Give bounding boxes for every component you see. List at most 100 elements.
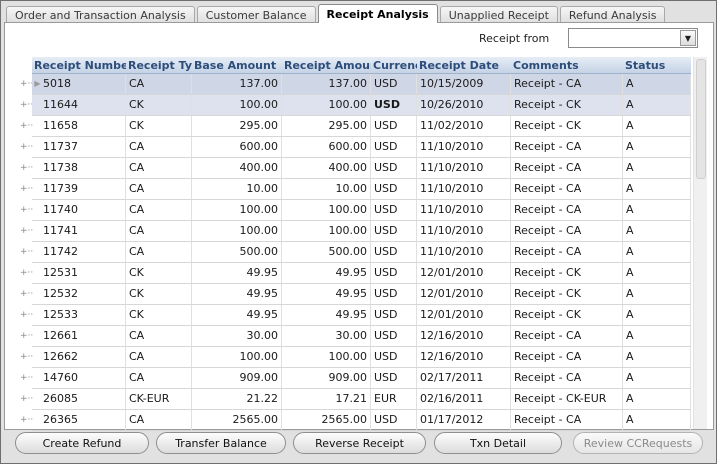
table-row[interactable]: +·· 12533 CK 49.95 49.95 USD 12/01/2010 Receipt… — [20, 305, 691, 326]
cell-currency[interactable]: USD — [371, 116, 417, 136]
cell-currency[interactable]: USD — [371, 158, 417, 178]
cell-receipt-type[interactable]: CA — [126, 326, 192, 346]
tree-expander-icon[interactable]: +·· — [20, 305, 33, 326]
cell-base-amount[interactable]: 600.00 — [192, 137, 282, 157]
cell-status[interactable]: A — [623, 74, 691, 94]
tree-expander-icon[interactable]: +·· — [20, 284, 33, 305]
cell-receipt-date[interactable]: 11/10/2010 — [417, 221, 511, 241]
cell-receipt-type[interactable]: CA — [126, 200, 192, 220]
table-row[interactable]: +·· 11644 CK 100.00 100.00 USD 10/26/2010 Recei… — [20, 95, 691, 116]
tree-expander-icon[interactable]: +·· — [20, 347, 33, 368]
cell-comments[interactable]: Receipt - CA — [511, 410, 623, 430]
cell-currency[interactable]: USD — [371, 410, 417, 430]
column-header-receipt-type[interactable]: Receipt Ty — [126, 57, 192, 74]
review-cc-requests-button[interactable]: Review CCRequests — [573, 432, 703, 454]
cell-receipt-number[interactable]: 11738 — [40, 158, 126, 178]
cell-receipt-amount[interactable]: 500.00 — [282, 242, 371, 262]
cell-receipt-amount[interactable]: 100.00 — [282, 347, 371, 367]
cell-receipt-type[interactable]: CK — [126, 284, 192, 304]
cell-receipt-amount[interactable]: 49.95 — [282, 305, 371, 325]
cell-receipt-number[interactable]: 11739 — [40, 179, 126, 199]
reverse-receipt-button[interactable]: Reverse Receipt — [293, 432, 426, 454]
cell-status[interactable]: A — [623, 326, 691, 346]
cell-base-amount[interactable]: 30.00 — [192, 326, 282, 346]
cell-receipt-type[interactable]: CA — [126, 221, 192, 241]
cell-receipt-amount[interactable]: 100.00 — [282, 200, 371, 220]
cell-base-amount[interactable]: 100.00 — [192, 95, 282, 115]
cell-status[interactable]: A — [623, 410, 691, 430]
tree-expander-icon[interactable]: +·· — [20, 410, 33, 431]
table-row[interactable]: +·· 11739 CA 10.00 10.00 USD 11/10/2010 Receipt… — [20, 179, 691, 200]
cell-status[interactable]: A — [623, 179, 691, 199]
table-row[interactable]: +·· 11741 CA 100.00 100.00 USD 11/10/2010 Recei… — [20, 221, 691, 242]
cell-base-amount[interactable]: 100.00 — [192, 200, 282, 220]
cell-comments[interactable]: Receipt - CK — [511, 305, 623, 325]
cell-receipt-type[interactable]: CK — [126, 116, 192, 136]
cell-base-amount[interactable]: 295.00 — [192, 116, 282, 136]
cell-currency[interactable]: USD — [371, 263, 417, 283]
cell-status[interactable]: A — [623, 200, 691, 220]
cell-status[interactable]: A — [623, 389, 691, 409]
cell-comments[interactable]: Receipt - CK — [511, 263, 623, 283]
cell-receipt-amount[interactable]: 2565.00 — [282, 410, 371, 430]
cell-comments[interactable]: Receipt - CA — [511, 326, 623, 346]
cell-receipt-date[interactable]: 12/16/2010 — [417, 347, 511, 367]
cell-receipt-number[interactable]: 11658 — [40, 116, 126, 136]
table-row[interactable]: +·· 11658 CK 295.00 295.00 USD 11/02/2010 Recei… — [20, 116, 691, 137]
column-header-receipt-number[interactable]: Receipt Number — [32, 57, 126, 74]
cell-receipt-date[interactable]: 11/10/2010 — [417, 137, 511, 157]
column-header-status[interactable]: Status — [623, 57, 691, 74]
cell-receipt-date[interactable]: 01/17/2012 — [417, 410, 511, 430]
table-row[interactable]: +·· 14760 CA 909.00 909.00 USD 02/17/2011 Recei… — [20, 368, 691, 389]
cell-receipt-number[interactable]: 11737 — [40, 137, 126, 157]
tab-receipt-analysis[interactable]: Receipt Analysis — [317, 4, 438, 23]
cell-receipt-date[interactable]: 11/10/2010 — [417, 242, 511, 262]
cell-currency[interactable]: USD — [371, 200, 417, 220]
cell-receipt-amount[interactable]: 600.00 — [282, 137, 371, 157]
cell-receipt-amount[interactable]: 10.00 — [282, 179, 371, 199]
cell-receipt-number[interactable]: 12662 — [40, 347, 126, 367]
cell-currency[interactable]: USD — [371, 137, 417, 157]
tree-expander-icon[interactable]: +·· — [20, 74, 33, 95]
column-header-receipt-date[interactable]: Receipt Date — [417, 57, 511, 74]
cell-currency[interactable]: USD — [371, 221, 417, 241]
cell-receipt-amount[interactable]: 909.00 — [282, 368, 371, 388]
cell-receipt-type[interactable]: CA — [126, 410, 192, 430]
cell-base-amount[interactable]: 21.22 — [192, 389, 282, 409]
cell-receipt-number[interactable]: 12661 — [40, 326, 126, 346]
cell-receipt-date[interactable]: 10/15/2009 — [417, 74, 511, 94]
cell-receipt-type[interactable]: CK-EUR — [126, 389, 192, 409]
column-header-comments[interactable]: Comments — [511, 57, 623, 74]
cell-currency[interactable]: USD — [371, 179, 417, 199]
cell-base-amount[interactable]: 400.00 — [192, 158, 282, 178]
cell-currency[interactable]: USD — [371, 74, 417, 94]
cell-comments[interactable]: Receipt - CA — [511, 74, 623, 94]
cell-receipt-number[interactable]: 11741 — [40, 221, 126, 241]
column-header-currency[interactable]: Currenc — [371, 57, 417, 74]
cell-receipt-type[interactable]: CA — [126, 242, 192, 262]
tree-expander-icon[interactable]: +·· — [20, 137, 33, 158]
scrollbar-thumb[interactable] — [696, 59, 706, 179]
cell-receipt-amount[interactable]: 100.00 — [282, 221, 371, 241]
cell-receipt-number[interactable]: 12531 — [40, 263, 126, 283]
cell-receipt-number[interactable]: 12532 — [40, 284, 126, 304]
cell-status[interactable]: A — [623, 284, 691, 304]
cell-receipt-number[interactable]: 14760 — [40, 368, 126, 388]
table-row[interactable]: +·· 11737 CA 600.00 600.00 USD 11/10/2010 Recei… — [20, 137, 691, 158]
cell-currency[interactable]: EUR — [371, 389, 417, 409]
cell-comments[interactable]: Receipt - CK-EUR — [511, 389, 623, 409]
cell-receipt-number[interactable]: 11742 — [40, 242, 126, 262]
cell-receipt-number[interactable]: 11644 — [40, 95, 126, 115]
table-row[interactable]: +·· 11738 CA 400.00 400.00 USD 11/10/2010 Recei… — [20, 158, 691, 179]
txn-detail-button[interactable]: Txn Detail — [434, 432, 562, 454]
tree-expander-icon[interactable]: +·· — [20, 221, 33, 242]
tree-expander-icon[interactable]: +·· — [20, 368, 33, 389]
tree-expander-icon[interactable]: +·· — [20, 179, 33, 200]
cell-status[interactable]: A — [623, 158, 691, 178]
cell-comments[interactable]: Receipt - CA — [511, 137, 623, 157]
cell-currency[interactable]: USD — [371, 347, 417, 367]
table-row[interactable]: +·· 11740 CA 100.00 100.00 USD 11/10/2010 Recei… — [20, 200, 691, 221]
transfer-balance-button[interactable]: Transfer Balance — [156, 432, 286, 454]
tab-order-and-transaction-analysis[interactable]: Order and Transaction Analysis — [6, 6, 195, 23]
tree-expander-icon[interactable]: +·· — [20, 158, 33, 179]
